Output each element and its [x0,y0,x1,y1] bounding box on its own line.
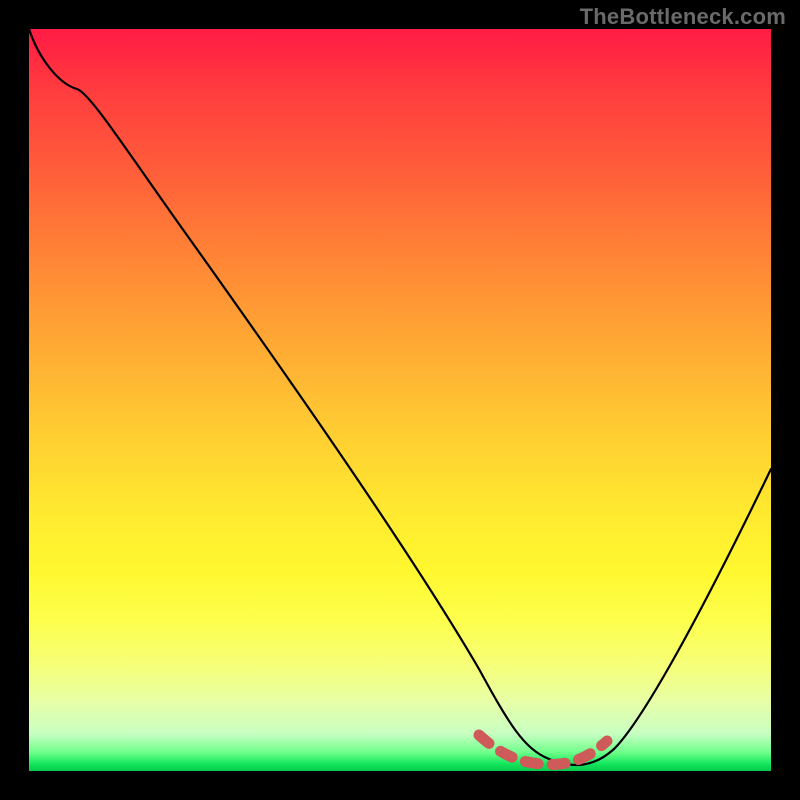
watermark-text: TheBottleneck.com [580,4,786,30]
chart-plot-area [29,29,771,771]
chart-svg [29,29,771,771]
trough-highlight [479,735,607,764]
bottleneck-curve [29,29,771,765]
